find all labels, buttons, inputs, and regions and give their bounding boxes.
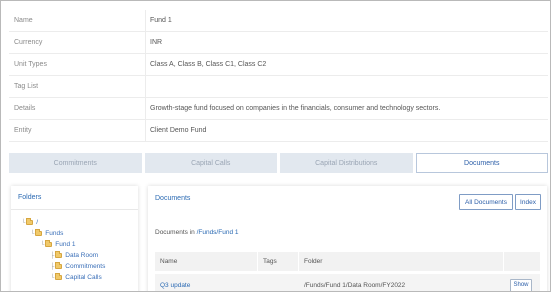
- details-row-tag-list: Tag List: [9, 76, 548, 98]
- document-folder: /Funds/Fund 1/Data Room/FY2022: [304, 281, 406, 289]
- tree-connector: └: [50, 274, 55, 281]
- tree-node-label: Data Room: [65, 252, 99, 259]
- documents-location: Documents in /Funds/Fund 1: [155, 229, 238, 236]
- details-value: Fund 1: [150, 17, 172, 24]
- folder-icon: [55, 262, 63, 269]
- details-label: Details: [9, 98, 146, 119]
- index-button[interactable]: Index: [515, 194, 541, 210]
- fund-page: Name Fund 1 Currency INR Unit Types Clas…: [0, 0, 551, 292]
- tree-node-fund-1[interactable]: └ Fund 1: [40, 240, 76, 248]
- details-row-name: Name Fund 1: [9, 10, 548, 32]
- tree-node-commitments[interactable]: ├ Commitments: [50, 262, 106, 270]
- table-row: Q3 update /Funds/Fund 1/Data Room/FY2022…: [155, 274, 540, 291]
- folders-panel: Folders └ / └ Funds └ Fund 1 ├ Data Room: [11, 186, 138, 291]
- folder-icon: [55, 251, 63, 258]
- details-value: Client Demo Fund: [150, 127, 207, 134]
- details-row-entity: Entity Client Demo Fund: [9, 120, 548, 142]
- show-button[interactable]: Show: [510, 278, 532, 291]
- tab-capital-calls[interactable]: Capital Calls: [144, 153, 277, 173]
- document-name-link[interactable]: Q3 update: [155, 274, 258, 291]
- tree-node-funds[interactable]: └ Funds: [30, 229, 64, 237]
- all-documents-button[interactable]: All Documents: [459, 194, 513, 210]
- details-label: Name: [9, 10, 146, 31]
- tree-connector: ├: [50, 263, 55, 270]
- tree-node-label: Fund 1: [55, 241, 76, 248]
- documents-title: Documents: [155, 195, 191, 202]
- document-actions: Show: [504, 274, 540, 291]
- details-value: INR: [150, 39, 163, 46]
- folder-icon: [45, 240, 53, 247]
- tab-commitments[interactable]: Commitments: [9, 153, 142, 173]
- tree-node-root[interactable]: └ /: [21, 218, 39, 226]
- folders-title: Folders: [18, 194, 42, 201]
- column-header-folder[interactable]: Folder: [299, 252, 504, 271]
- details-row-details: Details Growth-stage fund focused on com…: [9, 98, 548, 120]
- column-header-actions: [504, 252, 540, 271]
- details-label: Entity: [9, 120, 146, 141]
- tree-node-capital-calls[interactable]: └ Capital Calls: [50, 273, 102, 281]
- tree-connector: ├: [50, 252, 55, 259]
- details-label: Unit Types: [9, 54, 146, 75]
- column-header-tags[interactable]: Tags: [258, 252, 299, 271]
- details-row-currency: Currency INR: [9, 32, 548, 54]
- tab-capital-distributions[interactable]: Capital Distributions: [280, 153, 413, 173]
- tree-node-data-room[interactable]: ├ Data Room: [50, 251, 99, 259]
- tree-node-label: Capital Calls: [65, 274, 102, 281]
- documents-location-prefix: Documents in: [155, 229, 195, 236]
- details-label: Tag List: [9, 76, 146, 97]
- details-row-unit-types: Unit Types Class A, Class B, Class C1, C…: [9, 54, 548, 76]
- fund-details-table: Name Fund 1 Currency INR Unit Types Clas…: [9, 10, 548, 142]
- column-header-name[interactable]: Name: [155, 252, 258, 271]
- divider: [11, 209, 138, 210]
- details-value: Growth-stage fund focused on companies i…: [150, 105, 441, 112]
- tree-connector: └: [21, 219, 26, 226]
- documents-table-header: Name Tags Folder: [155, 252, 540, 271]
- tree-connector: └: [30, 230, 35, 237]
- folder-icon: [35, 229, 43, 236]
- tree-connector: └: [40, 241, 45, 248]
- documents-location-path-link[interactable]: /Funds/Fund 1: [197, 229, 239, 236]
- tree-node-label: Funds: [45, 230, 64, 237]
- details-label: Currency: [9, 32, 146, 53]
- folder-icon: [55, 273, 63, 280]
- tree-node-label: /: [36, 219, 39, 226]
- document-tags: [258, 274, 299, 291]
- details-value: Class A, Class B, Class C1, Class C2: [150, 61, 267, 68]
- folder-icon: [26, 218, 34, 225]
- fund-tabs: Commitments Capital Calls Capital Distri…: [9, 153, 548, 173]
- tab-documents[interactable]: Documents: [415, 153, 548, 173]
- tree-node-label: Commitments: [65, 263, 106, 270]
